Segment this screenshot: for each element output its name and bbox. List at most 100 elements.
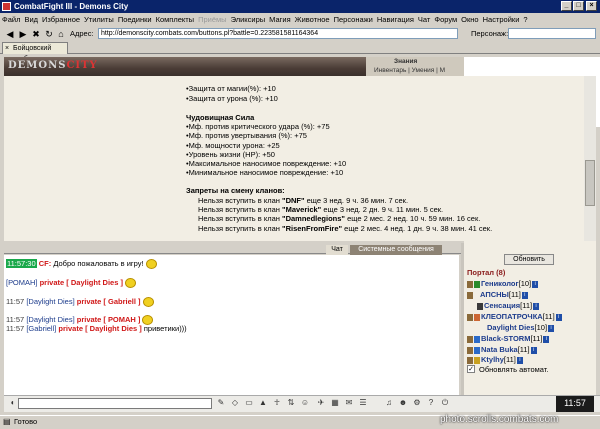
align-icon [474,356,480,364]
chat-private[interactable]: private [ Daylight Dies ] [56,324,141,333]
tab-chat[interactable]: Чат [326,245,348,255]
clan-ban-line: Нельзя вступить в клан "RisenFromFire" е… [198,224,493,233]
private-icon[interactable]: ▲ [258,398,268,408]
clan-ban-title: Запреты на смену кланов: [186,186,285,195]
user-name[interactable]: Black-STORM [481,334,530,343]
chat-time: 11:57 [6,297,25,306]
exit-icon[interactable]: ⏻ [440,398,450,408]
maximize-button[interactable]: □ [573,1,584,11]
strength-item: Мф. против критического удара (%): +75 [186,122,330,131]
stop-icon[interactable]: ✖ [31,29,41,39]
nav-knowledge[interactable]: Знания [394,58,417,65]
fighter-icon[interactable]: ☥ [272,398,282,408]
scroll-thumb[interactable] [585,160,595,206]
online-user: Сенсация[11] i [477,301,540,310]
user-name[interactable]: Сенсация [484,301,520,310]
address-input[interactable]: http://demonscity.combats.com/buttons.pl… [98,28,458,39]
clan-icon [467,280,473,288]
menu-item[interactable]: Настройки [481,13,522,27]
sound-icon[interactable]: ♫ [384,398,394,408]
user-name[interactable]: АПСНЫ [480,290,509,299]
chat-line: 11:57:30 CF: Добро пожаловать в игру! [6,259,157,270]
info-icon[interactable]: i [533,302,540,310]
menu-item[interactable]: Приёмы [196,13,228,27]
close-button[interactable]: × [586,1,597,11]
info-icon[interactable]: i [555,313,562,321]
mail-icon[interactable]: ✉ [344,398,354,408]
menu-item[interactable]: Магия [267,13,293,27]
help-icon[interactable]: ? [426,398,436,408]
user-name[interactable]: Nata Buka [481,345,518,354]
menu-item[interactable]: Утилиты [82,13,116,27]
refresh-button[interactable]: Обновить [504,254,554,265]
close-tab-icon[interactable]: × [5,43,9,54]
chat-private[interactable]: private [ Gabriell ] [75,297,141,306]
forward-icon[interactable]: ▶ [18,29,28,39]
menu-item[interactable]: Навигация [375,13,416,27]
menu-item[interactable]: Файл [0,13,22,27]
chat-mode-icon[interactable]: ◐ [8,398,18,408]
menu-item[interactable]: Комплекты [154,13,197,27]
menu-bar: Файл Вид Избранное Утилиты Поединки Комплекты… [0,13,600,27]
chat-sender[interactable]: [Daylight Dies] [26,315,74,324]
clan-ban-line: Нельзя вступить в клан "Maverick" еще 3 … [198,205,444,214]
back-icon[interactable]: ◀ [5,29,15,39]
menu-item[interactable]: Окно [459,13,480,27]
map-icon[interactable]: ✈ [316,398,326,408]
nav-row[interactable]: Инвентарь | Умения | М [374,67,445,74]
chat-line: [РОМАН] private [ Daylight Dies ] [6,278,136,289]
minimize-button[interactable]: _ [561,1,572,11]
clear-icon[interactable]: ◇ [230,398,240,408]
menu-item[interactable]: Чат [416,13,432,27]
info-icon[interactable]: i [548,324,555,332]
chat-private[interactable]: private [ Daylight Dies ] [38,278,123,287]
clan-icon [467,356,473,364]
users-icon[interactable]: ☻ [398,398,408,408]
game-header: DEMONSCITY Знания Инвентарь | Умения | М [4,57,464,76]
chat-time: 11:57 [6,324,25,333]
info-icon[interactable]: i [521,291,528,299]
user-name[interactable]: Daylight Dies [487,323,535,332]
menu-item[interactable]: Эликсиры [229,13,268,27]
chat-line: 11:57 [Daylight Dies] private [ Gabriell… [6,297,154,308]
scroll-icon[interactable]: ☰ [358,398,368,408]
menu-item[interactable]: Избранное [40,13,82,27]
user-name[interactable]: КЛЕОПАТРОЧКА [481,312,543,321]
refresh-icon[interactable]: ↻ [44,29,54,39]
chat-sender[interactable]: [Daylight Dies] [26,297,74,306]
menu-item[interactable]: Форум [432,13,459,27]
menu-item[interactable]: Вид [22,13,40,27]
menu-item[interactable]: Животное [293,13,332,27]
content-scrollbar[interactable] [584,76,596,241]
tab-fight-club[interactable]: × Бойцовский клуб [2,42,68,63]
clan-icon [467,313,473,321]
info-icon[interactable]: i [530,346,537,354]
chat-input[interactable] [18,398,212,409]
options-icon[interactable]: ⚙ [412,398,422,408]
chat-sender[interactable]: [РОМАН] [6,278,38,287]
online-user: Гениколог[10] i [467,279,539,288]
smiles-icon[interactable]: ☺ [300,398,310,408]
menu-item[interactable]: Поединки [116,13,154,27]
menu-item[interactable]: ? [521,13,529,27]
sort-icon[interactable]: ⇅ [286,398,296,408]
home-icon[interactable]: ⌂ [56,29,66,39]
auto-refresh-checkbox[interactable]: ✓ [467,365,475,373]
tab-system-messages[interactable]: Системные сообщения [350,245,442,255]
online-user: Black-STORM[11] i [467,334,550,343]
chat-private[interactable]: private [ РОМАН ] [75,315,141,324]
info-icon[interactable]: i [532,280,539,288]
online-user: Daylight Dies[10] i [487,323,555,332]
chat-sender[interactable]: [Gabriell] [26,324,56,333]
user-name[interactable]: Ktylhy [481,355,504,364]
person-select[interactable] [508,28,596,39]
inventory-icon[interactable]: ▦ [330,398,340,408]
filter-icon[interactable]: ▭ [244,398,254,408]
tab-bar: × Бойцовский клуб [0,41,600,63]
menu-item[interactable]: Персонажи [332,13,375,27]
info-icon[interactable]: i [543,335,550,343]
send-icon[interactable]: ✎ [216,398,226,408]
info-icon[interactable]: i [516,356,523,364]
strength-item: Мф. против увертывания (%): +75 [186,131,307,140]
user-name[interactable]: Гениколог [481,279,519,288]
